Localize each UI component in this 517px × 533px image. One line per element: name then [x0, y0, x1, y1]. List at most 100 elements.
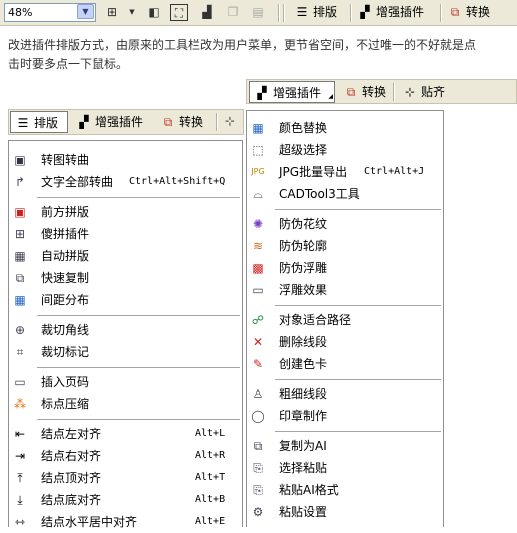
- menu-item-crop-corner[interactable]: ⊕ 裁切角线: [9, 319, 242, 341]
- text-curve-icon: ↱: [14, 175, 26, 189]
- menu-item-copy-ai[interactable]: ⧉ 复制为AI: [247, 435, 443, 457]
- menu-item-security-outline[interactable]: ≋ 防伪轮廓: [247, 235, 443, 257]
- menu-item-paste-settings[interactable]: ⚙ 粘贴设置: [247, 501, 443, 523]
- shortcut-label: Alt+T: [195, 472, 226, 483]
- toolbar-separator: [440, 4, 442, 22]
- security-outline-icon: ≋: [252, 239, 264, 253]
- super-select-icon: ⬚: [252, 143, 264, 157]
- convert-icon: ⧉: [346, 85, 356, 99]
- zoom-grid-icon[interactable]: ⊞: [103, 4, 121, 21]
- menu-separator: [275, 379, 441, 380]
- snap-icon: ⊹: [404, 85, 416, 99]
- menu-item-emboss[interactable]: ▭ 浮雕效果: [247, 279, 443, 301]
- menu-item-paste-ai[interactable]: ⎘ 粘贴AI格式: [247, 479, 443, 501]
- delete-segment-icon: ✕: [252, 335, 264, 349]
- chart-icon[interactable]: ▟: [198, 4, 216, 21]
- menu-item-align-top[interactable]: ⤒ 结点顶对齐 Alt+T: [9, 467, 242, 489]
- menu-item-paste-special[interactable]: ⎘ 选择粘贴: [247, 457, 443, 479]
- crop-mark-icon: ⌗: [16, 345, 24, 359]
- menu-item-delete-segment[interactable]: ✕ 删除线段: [247, 331, 443, 353]
- convert-icon: ⧉: [450, 5, 460, 19]
- paragraph-line-2: 击时要多点一下鼠标。: [8, 57, 129, 71]
- jpg-export-icon: JPG: [251, 167, 265, 176]
- security-relief-icon: ▩: [252, 261, 264, 275]
- menu-item-auto-impose[interactable]: ▦ 自动拼版: [9, 245, 242, 267]
- shortcut-label: Ctrl+Alt+J: [364, 166, 425, 177]
- cad-tool-icon: ⌓: [253, 187, 263, 201]
- menu-item-align-left[interactable]: ⇤ 结点左对齐 Alt+L: [9, 423, 242, 445]
- quick-impose-icon: ⊞: [14, 227, 26, 241]
- toolbar-typeset-pressed[interactable]: ☰ 排版: [10, 111, 68, 133]
- menu-item-stamp[interactable]: ◯ 印章制作: [247, 405, 443, 427]
- zoom-value: 48%: [8, 6, 33, 19]
- crop-icon[interactable]: ◧: [145, 4, 163, 21]
- chevron-down-icon: ▼: [82, 7, 89, 16]
- paste-ai-icon: ⎘: [253, 483, 263, 497]
- menu-item-cadtool[interactable]: ⌓ CADTool3工具: [247, 183, 443, 205]
- menu-item-color-card[interactable]: ✎ 创建色卡: [247, 353, 443, 375]
- menu-item-align-bottom[interactable]: ⤓ 结点底对齐 Alt+B: [9, 489, 242, 511]
- toolbar-convert[interactable]: ⧉ 转换: [339, 81, 390, 103]
- snap-icon[interactable]: ⊹: [221, 113, 239, 130]
- menu-item-security-relief[interactable]: ▩ 防伪浮雕: [247, 257, 443, 279]
- paragraph-line-1: 改进插件排版方式，由原来的工具栏改为用户菜单，更节省空间，不过唯一的不好就是点: [8, 38, 477, 52]
- toolbar-plugin-pressed[interactable]: ▞ 增强插件 ◢: [249, 81, 335, 103]
- color-replace-icon: ▦: [252, 121, 264, 135]
- select-frame-icon[interactable]: ⛶: [170, 4, 188, 21]
- dropdown-arrow-icon[interactable]: ▼: [123, 4, 141, 21]
- menu-item-align-right[interactable]: ⇥ 结点右对齐 Alt+R: [9, 445, 242, 467]
- page-icon[interactable]: ▤: [249, 4, 267, 21]
- menu-item-guilloche[interactable]: ✺ 防伪花纹: [247, 213, 443, 235]
- plugin-menu: ▦ 颜色替换 ⬚ 超级选择 JPG JPG批量导出 Ctrl+Alt+J ⌓ CADToo…: [246, 110, 444, 527]
- toolbar-convert[interactable]: ⧉ 转换: [156, 111, 207, 133]
- menu-separator: [275, 431, 441, 432]
- shortcut-label: Alt+R: [195, 450, 226, 461]
- menu-item-crop-mark[interactable]: ⌗ 裁切标记: [9, 341, 242, 363]
- menu-separator: [37, 197, 240, 198]
- toolbar-separator: [393, 83, 395, 101]
- align-bottom-icon: ⤓: [17, 493, 23, 507]
- menu-item-color-replace[interactable]: ▦ 颜色替换: [247, 117, 443, 139]
- menu-item-fit-path[interactable]: ☍ 对象适合路径: [247, 309, 443, 331]
- menu-item-super-select[interactable]: ⬚ 超级选择: [247, 139, 443, 161]
- typeset-icon: ☰: [17, 116, 29, 130]
- typeset-menu: ▣ 转图转曲 ↱ 文字全部转曲 Ctrl+Alt+Shift+Q ▣ 前方拼版 ⊞ 傻拼插…: [8, 140, 243, 529]
- menu-separator: [37, 315, 240, 316]
- plugin-icon: ▞: [257, 86, 267, 100]
- layers-icon[interactable]: ❐: [224, 4, 242, 21]
- shortcut-label: Alt+E: [195, 516, 226, 527]
- menu-item-image-to-curve[interactable]: ▣ 转图转曲: [9, 149, 242, 171]
- menu-item-quick-copy[interactable]: ⧉ 快速复制: [9, 267, 242, 289]
- spacing-icon: ▦: [14, 293, 26, 307]
- menu-item-line-weight[interactable]: ♙ 粗细线段: [247, 383, 443, 405]
- front-impose-icon: ▣: [14, 205, 26, 219]
- menu-item-jpg-export[interactable]: JPG JPG批量导出 Ctrl+Alt+J: [247, 161, 443, 183]
- menu-item-quick-impose[interactable]: ⊞ 傻拼插件: [9, 223, 242, 245]
- toolbar-typeset[interactable]: ☰ 排版: [294, 4, 337, 21]
- toolbar-plugin[interactable]: ▞ 增强插件: [72, 111, 147, 133]
- line-weight-icon: ♙: [252, 387, 264, 401]
- zoom-dropdown-button[interactable]: ▼: [77, 4, 94, 19]
- menu-item-front-impose[interactable]: ▣ 前方拼版: [9, 201, 242, 223]
- typeset-toolbar: ☰ 排版 ▞ 增强插件 ⧉ 转换 ⊹: [8, 109, 244, 135]
- typeset-icon: ☰: [296, 5, 308, 19]
- toolbar-separator: [283, 4, 285, 22]
- toolbar-snap[interactable]: ⊹ 贴齐: [398, 81, 449, 103]
- menu-separator: [37, 419, 240, 420]
- menu-item-punctuation[interactable]: ⁂ 标点压缩: [9, 393, 242, 415]
- menu-separator: [37, 367, 240, 368]
- menu-item-page-number[interactable]: ▭ 插入页码: [9, 371, 242, 393]
- menu-item-text-to-curve[interactable]: ↱ 文字全部转曲 Ctrl+Alt+Shift+Q: [9, 171, 242, 193]
- menu-item-align-hcenter[interactable]: ⇿ 结点水平居中对齐 Alt+E: [9, 511, 242, 533]
- menu-item-spacing[interactable]: ▦ 间距分布: [9, 289, 242, 311]
- toolbar-plugin[interactable]: ▞ 增强插件: [357, 4, 424, 21]
- toolbar-separator: [216, 113, 218, 131]
- shortcut-label: Ctrl+Alt+Shift+Q: [129, 176, 226, 187]
- shortcut-label: Alt+L: [195, 428, 226, 439]
- page-number-icon: ▭: [14, 375, 26, 389]
- emboss-icon: ▭: [252, 283, 264, 297]
- color-card-icon: ✎: [252, 357, 264, 371]
- toolbar-convert[interactable]: ⧉ 转换: [447, 4, 490, 21]
- quick-copy-icon: ⧉: [15, 271, 25, 285]
- guilloche-icon: ✺: [252, 217, 264, 231]
